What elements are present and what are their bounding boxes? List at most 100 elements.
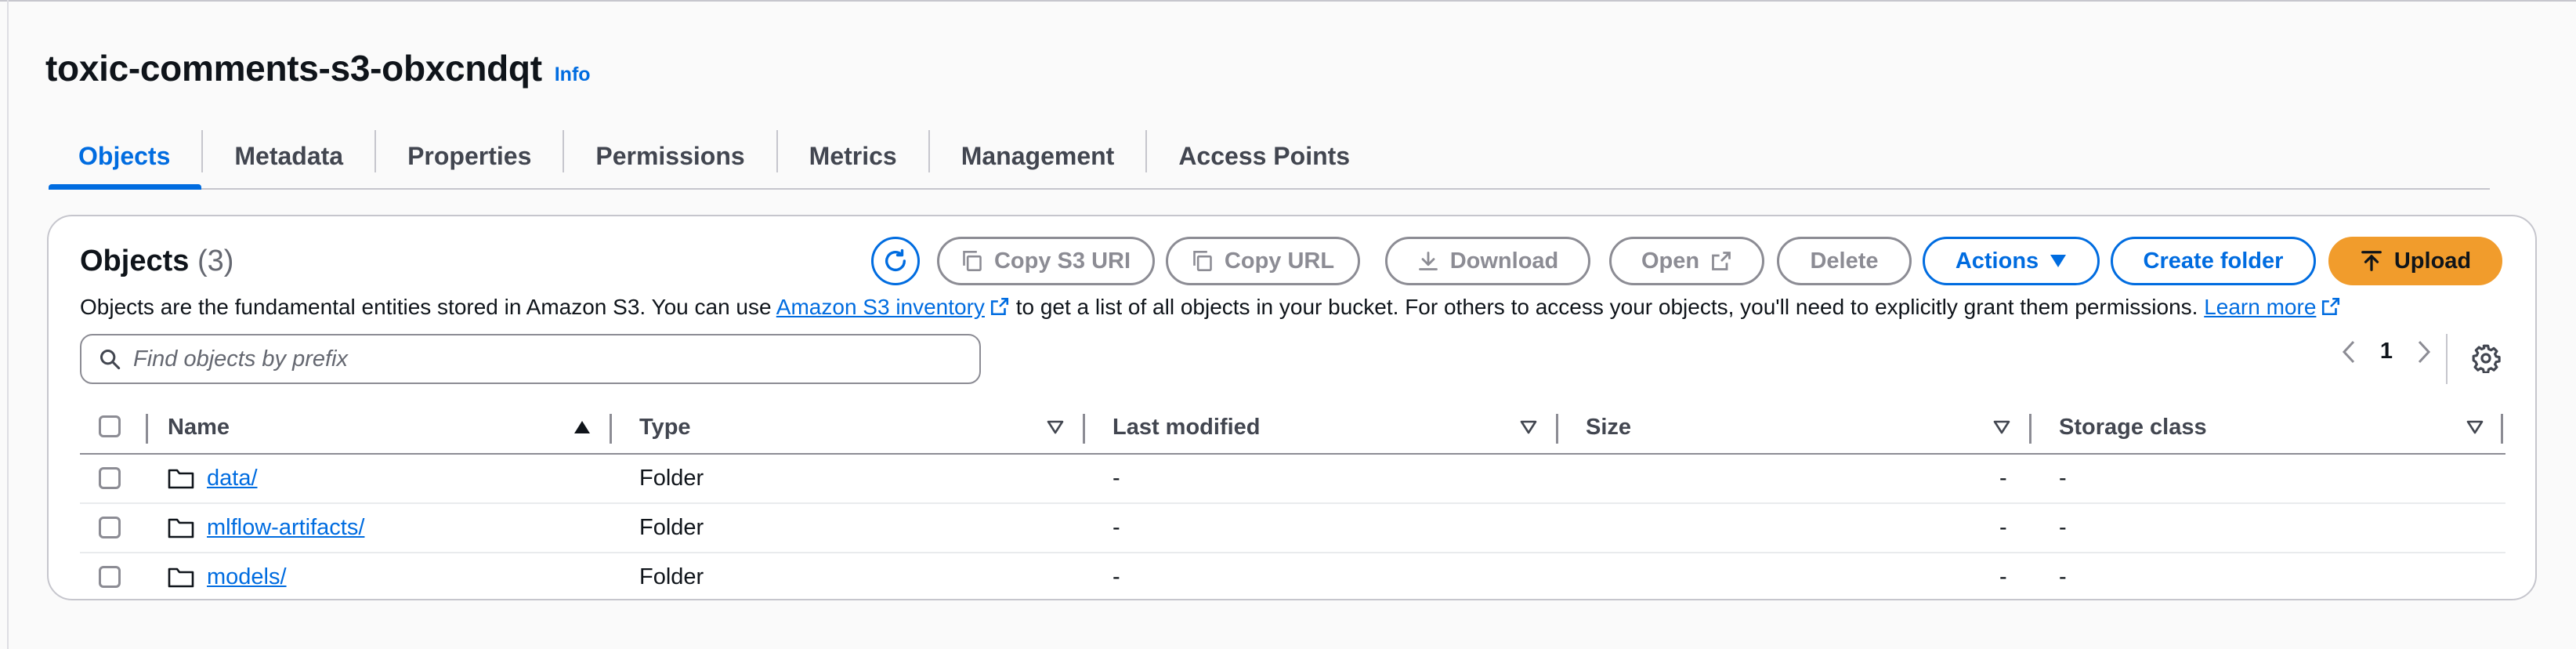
table-header: Name Type Last modified Size Storage cla… [80, 401, 2505, 455]
sort-descending-icon[interactable] [1520, 420, 1537, 434]
folder-icon [168, 567, 194, 588]
tab-metadata[interactable]: Metadata [203, 124, 374, 188]
external-link-icon [2322, 297, 2340, 316]
delete-label: Delete [1810, 248, 1879, 274]
object-name-link[interactable]: mlflow-artifacts/ [207, 515, 364, 541]
tab-access-points[interactable]: Access Points [1147, 124, 1381, 188]
copy-s3-uri-label: Copy S3 URI [993, 248, 1131, 274]
row-checkbox[interactable] [99, 517, 121, 538]
tab-metrics[interactable]: Metrics [778, 124, 928, 188]
object-type: Folder [639, 515, 704, 540]
page-title: toxic-comments-s3-obxcndqt [45, 48, 542, 89]
table-row[interactable]: mlflow-artifacts/ Folder - - - [80, 504, 2505, 553]
top-divider [0, 0, 2576, 2]
object-storage-class: - [2059, 466, 2067, 491]
page-header: toxic-comments-s3-obxcndqt Info [45, 47, 591, 89]
row-checkbox[interactable] [99, 467, 121, 489]
delete-button[interactable]: Delete [1777, 237, 1912, 285]
object-last-modified: - [1113, 466, 1120, 491]
object-last-modified: - [1113, 515, 1120, 540]
tab-properties[interactable]: Properties [376, 124, 563, 188]
chevron-right-icon[interactable] [2416, 340, 2432, 364]
upload-label: Upload [2393, 248, 2472, 274]
pagination: 1 [2341, 339, 2432, 364]
open-button[interactable]: Open [1609, 237, 1764, 285]
pager-divider [2446, 334, 2448, 384]
caret-down-icon [2050, 255, 2067, 267]
object-last-modified: - [1113, 564, 1120, 589]
open-label: Open [1641, 248, 1700, 274]
upload-icon [2361, 251, 2382, 271]
column-divider [146, 414, 148, 444]
copy-s3-uri-button[interactable]: Copy S3 URI [937, 237, 1155, 285]
column-header-size[interactable]: Size [1586, 401, 1631, 453]
object-size: - [1999, 564, 2007, 589]
search-input[interactable] [132, 345, 918, 373]
tab-management[interactable]: Management [930, 124, 1146, 188]
page-number[interactable]: 1 [2380, 339, 2393, 364]
row-checkbox[interactable] [99, 566, 121, 588]
object-type: Folder [639, 466, 704, 491]
upload-button[interactable]: Upload [2328, 237, 2502, 285]
folder-icon [168, 518, 194, 538]
column-header-name[interactable]: Name [168, 401, 230, 453]
chevron-left-icon[interactable] [2341, 340, 2357, 364]
info-link[interactable]: Info [555, 63, 591, 86]
download-button[interactable]: Download [1385, 237, 1590, 285]
object-size: - [1999, 466, 2007, 491]
search-icon [99, 349, 121, 370]
folder-icon [168, 469, 194, 489]
tab-objects[interactable]: Objects [49, 124, 202, 190]
copy-icon [1193, 251, 1212, 271]
select-all-checkbox[interactable] [99, 415, 121, 437]
refresh-icon [885, 248, 906, 271]
actions-label: Actions [1955, 248, 2039, 274]
refresh-button[interactable] [871, 237, 920, 285]
download-label: Download [1449, 248, 1559, 274]
column-header-type[interactable]: Type [639, 401, 691, 453]
column-header-storage-class[interactable]: Storage class [2059, 401, 2207, 453]
table-row[interactable]: data/ Folder - - - [80, 455, 2505, 504]
sort-ascending-icon[interactable] [573, 420, 591, 434]
objects-table: Name Type Last modified Size Storage cla… [80, 401, 2505, 601]
actions-dropdown[interactable]: Actions [1923, 237, 2100, 285]
object-name-link[interactable]: models/ [207, 564, 287, 590]
column-divider[interactable] [2501, 414, 2503, 444]
sort-descending-icon[interactable] [2466, 420, 2484, 434]
objects-heading-label: Objects [80, 245, 190, 277]
description-text: Objects are the fundamental entities sto… [80, 295, 776, 319]
amazon-s3-inventory-link[interactable]: Amazon S3 inventory [776, 295, 985, 319]
column-divider[interactable] [610, 414, 612, 444]
copy-icon [963, 251, 982, 271]
object-size: - [1999, 515, 2007, 540]
description-text: to get a list of all objects in your buc… [1009, 295, 2205, 319]
object-type: Folder [639, 564, 704, 589]
column-header-last-modified[interactable]: Last modified [1113, 401, 1261, 453]
column-divider[interactable] [2029, 414, 2031, 444]
objects-description: Objects are the fundamental entities sto… [80, 295, 2341, 320]
copy-url-label: Copy URL [1224, 248, 1335, 274]
object-storage-class: - [2059, 515, 2067, 540]
sort-descending-icon[interactable] [1047, 420, 1064, 434]
copy-url-button[interactable]: Copy URL [1166, 237, 1360, 285]
create-folder-button[interactable]: Create folder [2111, 237, 2316, 285]
column-divider[interactable] [1556, 414, 1558, 444]
external-link-icon [990, 297, 1008, 316]
bucket-tabs: Objects Metadata Properties Permissions … [49, 124, 2490, 190]
objects-panel: Objects (3) Copy S3 URI Copy URL Downloa… [47, 215, 2537, 600]
sort-descending-icon[interactable] [1993, 420, 2010, 434]
objects-count: (3) [197, 245, 234, 277]
create-folder-label: Create folder [2143, 248, 2284, 274]
settings-gear-icon[interactable] [2471, 343, 2501, 373]
column-divider[interactable] [1083, 414, 1085, 444]
learn-more-link[interactable]: Learn more [2204, 295, 2316, 319]
download-icon [1418, 252, 1438, 270]
object-storage-class: - [2059, 564, 2067, 589]
find-objects-search[interactable] [80, 334, 981, 384]
object-name-link[interactable]: data/ [207, 466, 258, 491]
table-row[interactable]: models/ Folder - - - [80, 553, 2505, 601]
objects-heading: Objects (3) [80, 245, 233, 278]
tab-permissions[interactable]: Permissions [564, 124, 776, 188]
left-divider [7, 0, 9, 649]
external-link-icon [1712, 252, 1731, 270]
